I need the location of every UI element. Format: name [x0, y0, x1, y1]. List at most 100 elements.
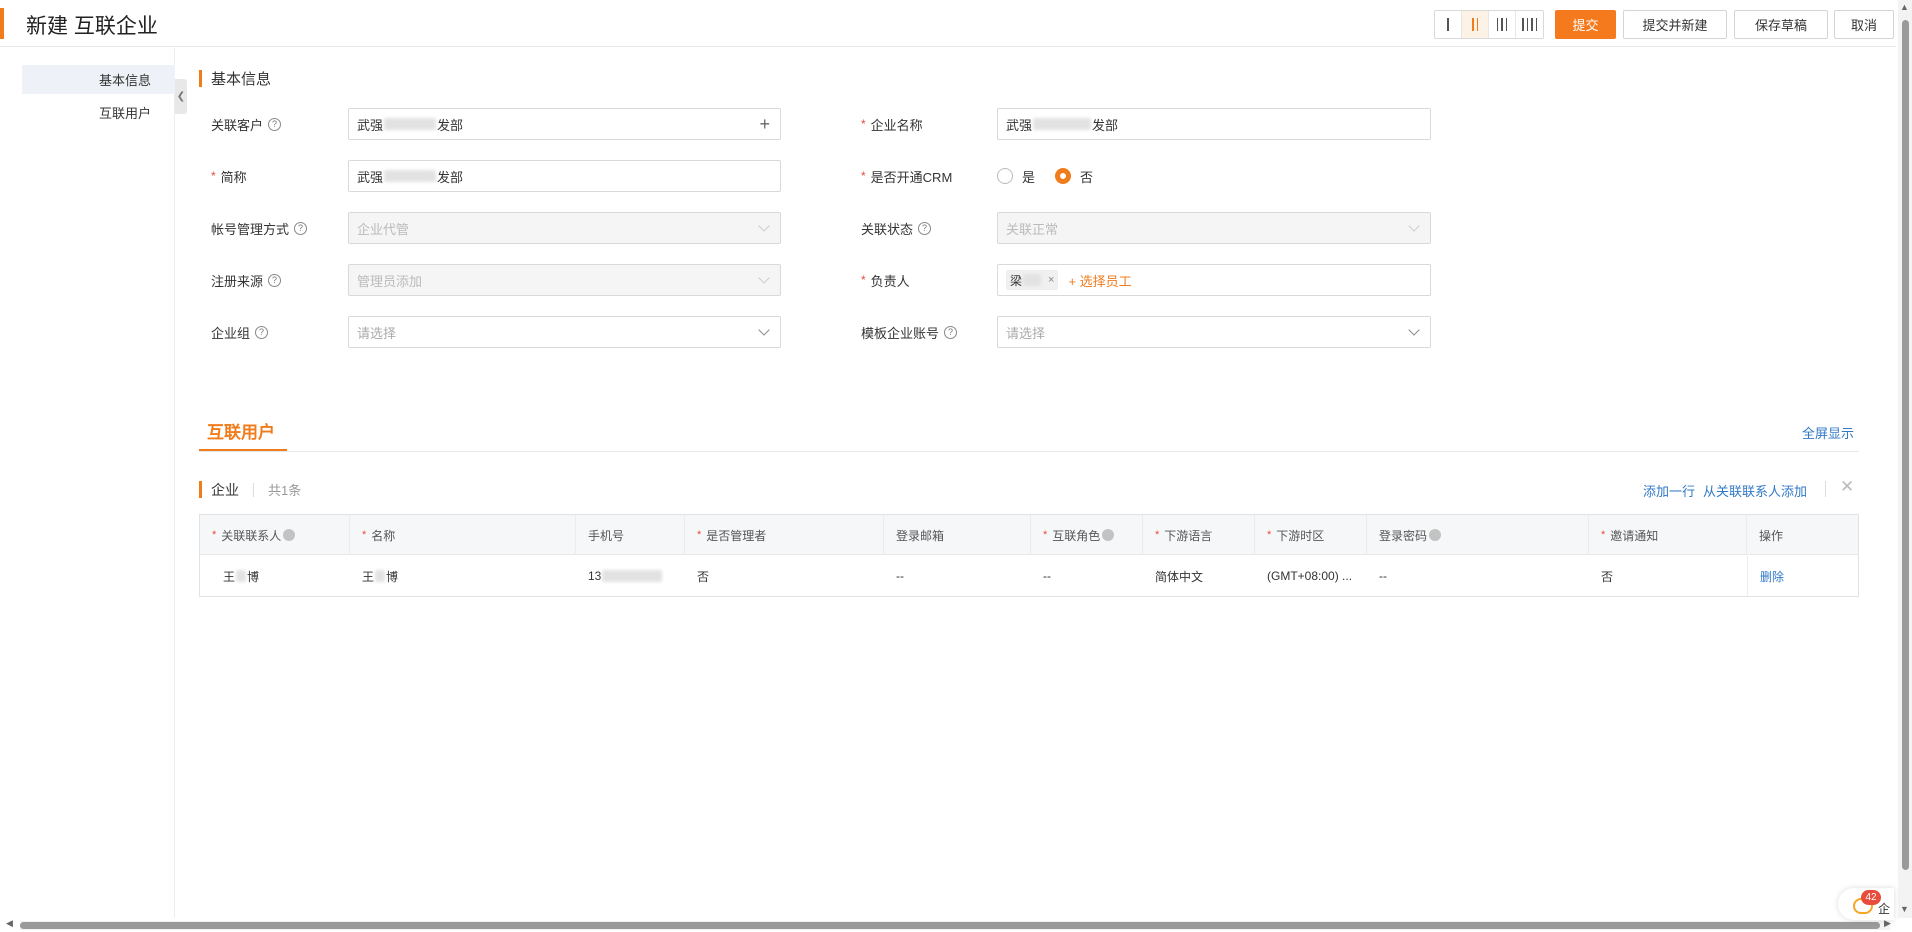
radio-yes[interactable]: 是 — [997, 167, 1035, 186]
cell-language[interactable]: 简体中文 — [1143, 556, 1255, 596]
remove-tag-icon[interactable]: × — [1048, 274, 1054, 286]
cell-text: 博 — [386, 569, 399, 584]
cell-role[interactable]: -- — [1031, 556, 1143, 596]
cell-email[interactable]: -- — [884, 556, 1031, 596]
template-account-select[interactable]: 请选择 — [997, 316, 1431, 348]
cell-timezone[interactable]: (GMT+08:00) ... — [1255, 556, 1367, 596]
required-mark: * — [1601, 529, 1606, 541]
cancel-button[interactable]: 取消 — [1834, 10, 1894, 39]
chevron-down-icon — [758, 220, 770, 232]
column-header-label: 关联联系人 — [221, 528, 282, 543]
crm-enabled-label-text: 是否开通CRM — [870, 169, 953, 185]
required-mark: * — [1267, 529, 1272, 541]
scrollbar-thumb[interactable] — [20, 922, 1880, 929]
register-source-value: 管理员添加 — [357, 273, 423, 289]
radio-no-label: 否 — [1080, 169, 1094, 185]
scroll-up-arrow-icon[interactable]: ▲ — [1900, 2, 1909, 12]
fullscreen-link[interactable]: 全屏显示 — [1802, 423, 1854, 442]
register-source-select: 管理员添加 — [348, 264, 781, 296]
submit-and-new-button[interactable]: 提交并新建 — [1623, 10, 1727, 39]
table-title: 企业 — [211, 481, 239, 498]
help-icon[interactable]: ? — [294, 221, 308, 235]
table-row[interactable]: 王 博 王 博 13 否 -- -- 简体中文 (GMT+08:00) ... … — [200, 556, 1858, 596]
redacted-text — [236, 570, 247, 582]
add-plus-icon[interactable]: + — [759, 109, 770, 139]
column-header-label: 是否管理者 — [706, 528, 767, 543]
help-icon[interactable] — [283, 529, 296, 541]
scrollbar-thumb[interactable] — [1902, 20, 1909, 870]
column-header: * 关联联系人 — [200, 515, 350, 555]
chevron-down-icon — [758, 272, 770, 284]
3-column-layout-icon[interactable] — [1489, 11, 1516, 38]
register-source-label-text: 注册来源 — [211, 273, 264, 289]
tab-linked-users[interactable]: 互联用户 — [207, 418, 275, 443]
company-name-value-start: 武强 — [1006, 117, 1033, 133]
company-name-field[interactable]: 武强 发部 — [997, 108, 1431, 140]
column-header: * 下游时区 — [1255, 515, 1367, 555]
company-group-select[interactable]: 请选择 — [348, 316, 781, 348]
help-icon[interactable]: ? — [255, 325, 269, 339]
column-header-label: 登录邮箱 — [896, 528, 945, 543]
cell-text: 王 — [362, 569, 375, 584]
help-icon[interactable] — [1102, 529, 1115, 541]
redacted-text — [384, 118, 437, 130]
owner-field[interactable]: 梁 × + 选择员工 — [997, 264, 1431, 296]
linked-users-table: * 关联联系人 * 名称 手机号 * 是否管理者 登录邮箱 * 互联角色 * 下… — [199, 514, 1859, 597]
help-icon[interactable] — [1429, 529, 1442, 541]
column-header: * 名称 — [350, 515, 576, 555]
template-account-label-text: 模板企业账号 — [861, 325, 940, 341]
link-status-select: 关联正常 — [997, 212, 1431, 244]
layout-switcher — [1434, 10, 1544, 39]
submit-button[interactable]: 提交 — [1555, 10, 1616, 39]
2-column-layout-icon[interactable] — [1462, 11, 1489, 38]
title-accent-bar — [0, 8, 4, 39]
help-icon[interactable]: ? — [268, 117, 282, 131]
cell-invite[interactable]: 否 — [1589, 556, 1747, 596]
collapse-sidebar-icon[interactable]: ❮ — [175, 79, 187, 114]
heading-accent-bar — [199, 481, 202, 498]
basic-info-title: 基本信息 — [211, 71, 272, 88]
chevron-down-icon — [1408, 324, 1420, 336]
table-header: * 关联联系人 * 名称 手机号 * 是否管理者 登录邮箱 * 互联角色 * 下… — [200, 515, 1858, 555]
4-column-layout-icon[interactable] — [1516, 11, 1543, 38]
cell-password[interactable]: -- — [1367, 556, 1589, 596]
crm-enabled-label: * 是否开通CRM — [861, 161, 952, 191]
1-column-layout-icon[interactable] — [1435, 11, 1462, 38]
radio-circle-icon — [997, 168, 1013, 184]
horizontal-scrollbar[interactable] — [20, 921, 1890, 930]
help-icon[interactable]: ? — [944, 325, 958, 339]
vertical-scrollbar[interactable] — [1898, 0, 1912, 918]
divider — [1825, 481, 1826, 497]
help-icon[interactable]: ? — [918, 221, 932, 235]
column-header: 登录邮箱 — [884, 515, 1031, 555]
cell-contact[interactable]: 王 博 — [200, 556, 350, 596]
help-icon[interactable]: ? — [268, 273, 282, 287]
cell-phone[interactable]: 13 — [576, 556, 685, 596]
linked-customer-field[interactable]: 武强 发部 + — [348, 108, 781, 140]
delete-row-link[interactable]: 删除 — [1747, 556, 1858, 596]
redacted-text — [384, 170, 437, 182]
radio-yes-label: 是 — [1022, 169, 1036, 185]
short-name-value-start: 武强 — [357, 169, 384, 185]
column-header-label: 登录密码 — [1379, 528, 1428, 543]
owner-label-text: 负责人 — [870, 273, 910, 289]
radio-no[interactable]: 否 — [1055, 167, 1093, 186]
save-draft-button[interactable]: 保存草稿 — [1734, 10, 1828, 39]
add-row-link[interactable]: 添加一行 — [1643, 481, 1695, 500]
close-icon[interactable]: ✕ — [1840, 477, 1854, 497]
cell-is-admin[interactable]: 否 — [685, 556, 884, 596]
chat-widget[interactable]: 42 企 — [1838, 888, 1894, 920]
short-name-field[interactable]: 武强 发部 — [348, 160, 781, 192]
cell-text: 王 — [223, 569, 236, 584]
scroll-down-arrow-icon[interactable]: ▼ — [1900, 904, 1909, 914]
company-name-value-end: 发部 — [1092, 117, 1119, 133]
add-from-contacts-link[interactable]: 从关联联系人添加 — [1703, 481, 1807, 500]
scroll-left-arrow-icon[interactable]: ◀ — [6, 918, 13, 929]
required-mark: * — [362, 529, 367, 541]
linked-customer-label: 关联客户 ? — [211, 109, 282, 139]
select-employee-link[interactable]: + 选择员工 — [1068, 271, 1131, 290]
nav-item-linked-users[interactable]: 互联用户 — [22, 98, 175, 127]
page-title: 新建 互联企业 — [26, 15, 158, 38]
nav-item-basic-info[interactable]: 基本信息 — [22, 65, 175, 94]
cell-name[interactable]: 王 博 — [350, 556, 576, 596]
